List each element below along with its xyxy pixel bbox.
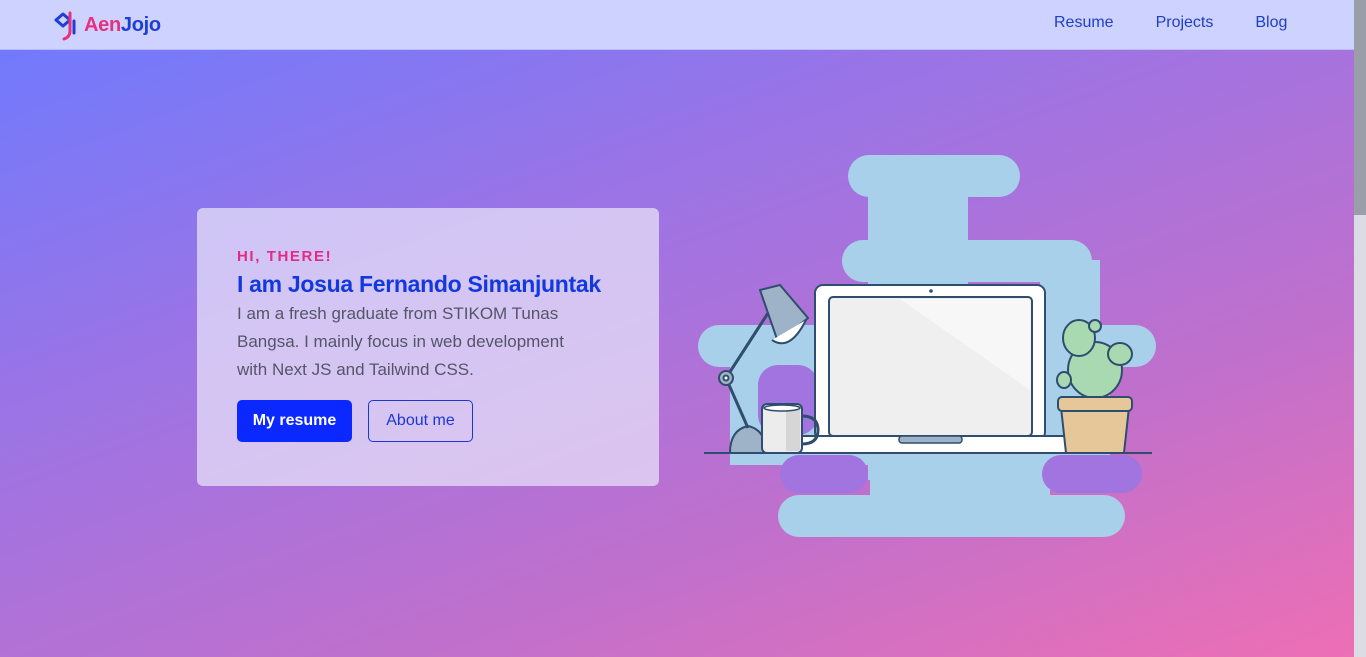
aenjojo-logo-icon: [54, 11, 76, 41]
brand-logo[interactable]: AenJojo: [52, 9, 161, 41]
hero-bio: I am a fresh graduate from STIKOM Tunas …: [237, 304, 564, 379]
my-resume-button[interactable]: My resume: [237, 400, 352, 442]
laptop-desk-illustration: [698, 155, 1157, 537]
brand-name: AenJojo: [84, 14, 161, 37]
nav-link-blog[interactable]: Blog: [1255, 14, 1287, 32]
hero-greeting: HI, THERE!: [237, 248, 333, 265]
brand-name-part1: Aen: [84, 13, 121, 36]
hero-name: I am Josua Fernando Simanjuntak: [237, 271, 601, 297]
main-nav: Resume Projects Blog: [1054, 14, 1287, 32]
hero-card: HI, THERE! I am Josua Fernando Simanjunt…: [197, 208, 659, 486]
nav-link-resume[interactable]: Resume: [1054, 14, 1114, 32]
navbar: AenJojo Resume Projects Blog: [0, 0, 1354, 50]
brand-name-part2: Jojo: [120, 13, 161, 36]
scrollbar-thumb[interactable]: [1354, 0, 1366, 215]
about-me-button[interactable]: About me: [368, 400, 473, 442]
laptop-icon: [789, 284, 1091, 454]
nav-link-projects[interactable]: Projects: [1156, 14, 1214, 32]
hero-buttons: My resume About me: [237, 400, 619, 442]
